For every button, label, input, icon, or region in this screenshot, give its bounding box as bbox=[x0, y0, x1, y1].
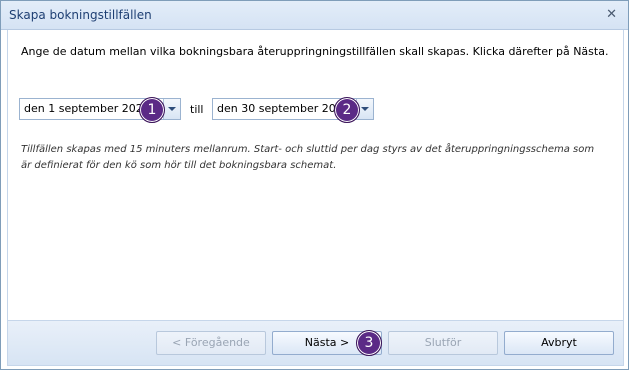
chevron-down-icon[interactable] bbox=[163, 99, 180, 119]
content-panel: Ange de datum mellan vilka bokningsbara … bbox=[7, 30, 624, 320]
callout-badge-1: 1 bbox=[139, 97, 165, 123]
button-bar: < Föregående Nästa > 3 Slutför Avbryt bbox=[7, 320, 624, 366]
separator-label: till bbox=[190, 103, 204, 116]
info-note: Tillfällen skapas med 15 minuters mellan… bbox=[21, 144, 595, 171]
finish-button[interactable]: Slutför bbox=[388, 331, 498, 355]
instruction-text: Ange de datum mellan vilka bokningsbara … bbox=[21, 45, 609, 58]
to-date-value: den 30 september 2021 bbox=[217, 102, 350, 115]
from-date-value: den 1 september 2021 bbox=[24, 102, 150, 115]
callout-badge-2: 2 bbox=[334, 97, 360, 123]
previous-button[interactable]: < Föregående bbox=[156, 331, 266, 355]
title-bar: Skapa bokningstillfällen ✕ bbox=[1, 1, 628, 30]
close-icon[interactable]: ✕ bbox=[606, 8, 617, 21]
callout-badge-3: 3 bbox=[356, 330, 382, 356]
cancel-button[interactable]: Avbryt bbox=[504, 331, 614, 355]
window-title: Skapa bokningstillfällen bbox=[9, 8, 152, 22]
dialog-window: Skapa bokningstillfällen ✕ Ange de datum… bbox=[0, 0, 629, 370]
